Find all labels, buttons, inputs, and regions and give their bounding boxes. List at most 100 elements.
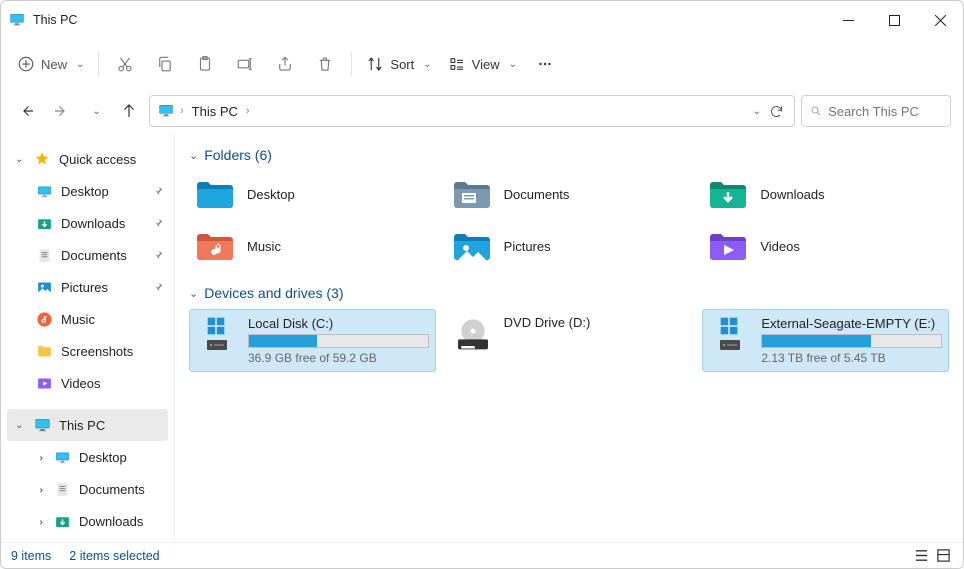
sidebar-this-pc[interactable]: ⌄ This PC <box>7 409 168 441</box>
chevron-down-icon: ⌄ <box>509 59 517 70</box>
minimize-button[interactable] <box>825 1 871 39</box>
pin-icon <box>152 185 164 197</box>
drive-tile[interactable]: Local Disk (C:)36.9 GB free of 59.2 GB <box>189 309 436 372</box>
cut-button[interactable] <box>105 46 145 82</box>
drive-free-text: 36.9 GB free of 59.2 GB <box>248 351 429 365</box>
chevron-right-icon: › <box>246 105 250 117</box>
folder-tile-music[interactable]: Music <box>189 223 436 269</box>
search-box[interactable] <box>801 95 951 127</box>
folder-tile-downloads[interactable]: Downloads <box>702 171 949 217</box>
address-row: ⌄ › This PC › ⌄ <box>1 89 963 133</box>
new-button[interactable]: New ⌄ <box>9 46 92 82</box>
sidebar-pc-downloads[interactable]: ⌄ Downloads <box>1 505 174 537</box>
forward-button[interactable] <box>47 97 75 125</box>
folder-tile-videos[interactable]: Videos <box>702 223 949 269</box>
drive-tile[interactable]: External-Seagate-EMPTY (E:) 2.13 TB free … <box>702 309 949 372</box>
folder-label: Pictures <box>504 239 551 254</box>
address-dropdown[interactable]: ⌄ <box>753 106 761 117</box>
sidebar-item-music[interactable]: Music <box>1 303 174 335</box>
sidebar-item-label: Downloads <box>61 216 125 231</box>
pin-icon <box>152 281 164 293</box>
window-title: This PC <box>33 13 77 27</box>
view-button[interactable]: View ⌄ <box>440 46 525 82</box>
sidebar-item-documents[interactable]: Documents <box>1 239 174 271</box>
downloads-folder-icon <box>706 175 750 213</box>
drives-group-header[interactable]: ⌄ Devices and drives (3) <box>189 285 949 301</box>
sidebar-item-label: Desktop <box>79 450 127 465</box>
recent-dropdown[interactable]: ⌄ <box>81 97 109 125</box>
tiles-view-button[interactable] <box>933 547 953 565</box>
sidebar-item-screenshots[interactable]: Screenshots <box>1 335 174 367</box>
sidebar-quick-access[interactable]: ⌄ Quick access <box>1 143 174 175</box>
folder-tile-pictures[interactable]: Pictures <box>446 223 693 269</box>
folder-label: Music <box>247 239 281 254</box>
folder-label: Desktop <box>247 187 295 202</box>
folder-tile-desktop[interactable]: Desktop <box>189 171 436 217</box>
search-icon <box>810 104 822 118</box>
pictures-folder-icon <box>450 227 494 265</box>
separator <box>98 52 99 76</box>
picture-icon <box>35 279 53 296</box>
sidebar-pc-desktop[interactable]: ⌄ Desktop <box>1 441 174 473</box>
sort-button[interactable]: Sort ⌄ <box>358 46 439 82</box>
new-label: New <box>41 57 67 72</box>
copy-button[interactable] <box>145 46 185 82</box>
desktop-icon <box>35 183 53 200</box>
refresh-button[interactable] <box>769 104 784 119</box>
dvd-icon <box>452 315 494 357</box>
rename-button[interactable] <box>225 46 265 82</box>
paste-button[interactable] <box>185 46 225 82</box>
chevron-down-icon[interactable]: ⌄ <box>15 154 25 165</box>
sidebar-item-videos[interactable]: Videos <box>1 367 174 399</box>
maximize-button[interactable] <box>871 1 917 39</box>
drive-name: External-Seagate-EMPTY (E:) <box>761 316 942 331</box>
drive-free-text: 2.13 TB free of 5.45 TB <box>761 351 942 365</box>
chevron-right-icon[interactable]: ⌄ <box>35 452 46 462</box>
more-button[interactable] <box>525 46 565 82</box>
share-button[interactable] <box>265 46 305 82</box>
drive-tile[interactable]: DVD Drive (D:) <box>446 309 693 372</box>
up-button[interactable] <box>115 97 143 125</box>
status-item-count: 9 items <box>11 549 51 563</box>
details-view-button[interactable] <box>911 547 931 565</box>
chevron-down-icon: ⌄ <box>423 59 431 70</box>
chevron-down-icon[interactable]: ⌄ <box>15 420 25 431</box>
address-bar[interactable]: › This PC › ⌄ <box>149 95 795 127</box>
search-input[interactable] <box>828 104 942 119</box>
folder-label: Documents <box>504 187 570 202</box>
download-icon <box>35 215 53 232</box>
view-label: View <box>472 57 500 72</box>
folders-group-label: Folders (6) <box>204 147 272 163</box>
sidebar-item-desktop[interactable]: Desktop <box>1 175 174 207</box>
documents-folder-icon <box>450 175 494 213</box>
pin-icon <box>152 249 164 261</box>
chevron-down-icon: ⌄ <box>76 59 84 70</box>
drive-usage-bar <box>248 334 429 348</box>
folder-label: Downloads <box>760 187 824 202</box>
hdd-icon <box>196 316 238 358</box>
drive-usage-bar <box>761 334 942 348</box>
sidebar-pc-documents[interactable]: ⌄ Documents <box>1 473 174 505</box>
sidebar-item-label: Documents <box>79 482 145 497</box>
separator <box>351 52 352 76</box>
delete-button[interactable] <box>305 46 345 82</box>
status-bar: 9 items 2 items selected <box>1 542 963 568</box>
breadcrumb-root[interactable]: This PC <box>190 102 240 121</box>
folder-tile-documents[interactable]: Documents <box>446 171 693 217</box>
sidebar-item-label: Desktop <box>61 184 109 199</box>
quick-access-label: Quick access <box>59 152 136 167</box>
sidebar-item-downloads[interactable]: Downloads <box>1 207 174 239</box>
hdd-icon <box>709 316 751 358</box>
star-icon <box>33 151 51 167</box>
chevron-right-icon[interactable]: ⌄ <box>35 484 46 494</box>
status-selected-count: 2 items selected <box>69 549 159 563</box>
close-button[interactable] <box>917 1 963 39</box>
monitor-icon <box>9 12 25 28</box>
folders-group-header[interactable]: ⌄ Folders (6) <box>189 147 949 163</box>
desktop-icon <box>53 449 71 466</box>
monitor-icon <box>33 417 51 434</box>
video-icon <box>35 375 53 392</box>
back-button[interactable] <box>13 97 41 125</box>
chevron-right-icon[interactable]: ⌄ <box>35 516 46 526</box>
sidebar-item-pictures[interactable]: Pictures <box>1 271 174 303</box>
